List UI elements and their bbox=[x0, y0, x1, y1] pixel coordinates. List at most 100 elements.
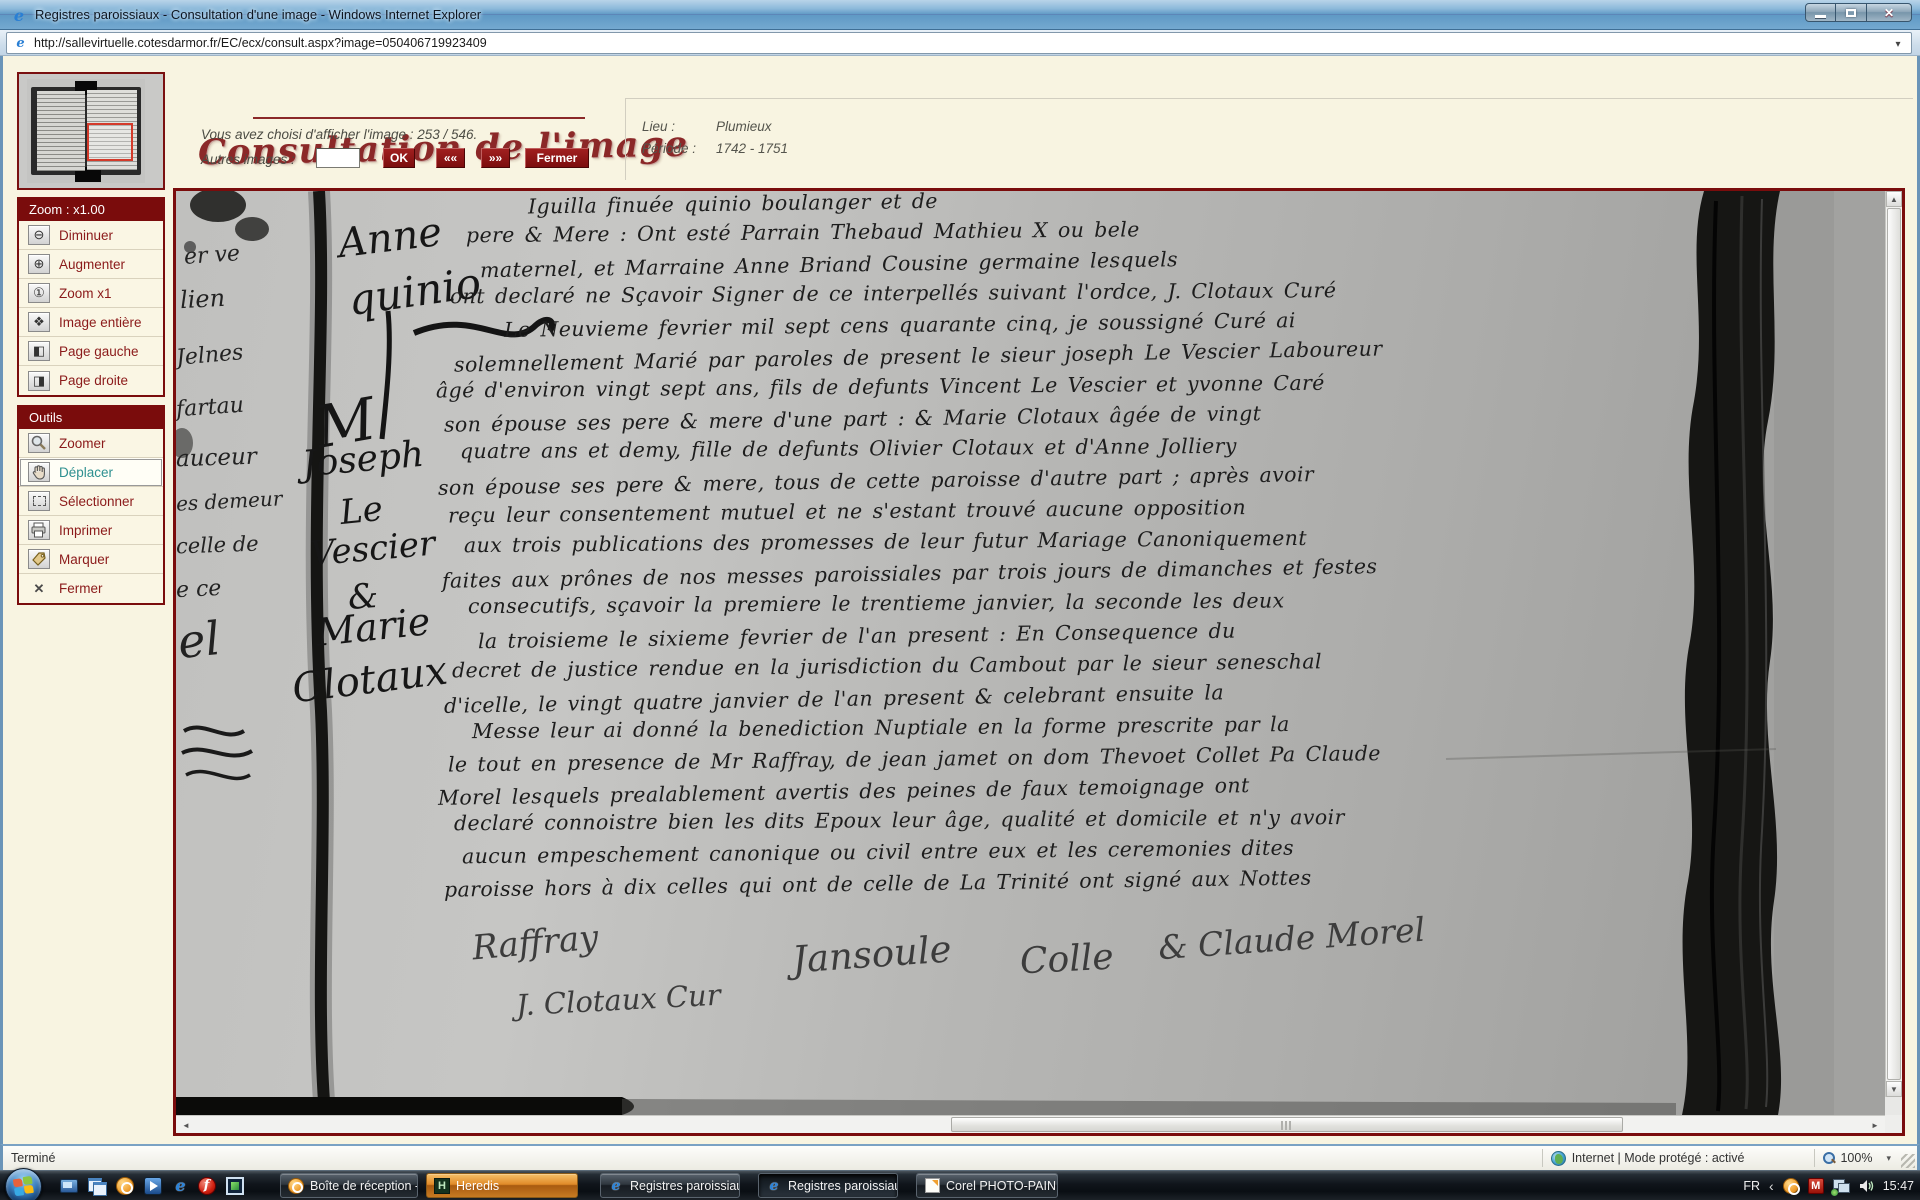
quicklaunch-vnc[interactable] bbox=[224, 1175, 245, 1196]
image-count-text: Vous avez choisi d'afficher l'image : 25… bbox=[201, 127, 477, 142]
internet-explorer-icon: e bbox=[10, 6, 28, 24]
vnc-icon bbox=[226, 1177, 244, 1195]
taskbar-button-heredis[interactable]: H Heredis bbox=[426, 1173, 578, 1198]
magnifier-icon bbox=[28, 433, 50, 453]
lieu-value: Plumieux bbox=[716, 119, 772, 134]
zoom-in-icon: ⊕ bbox=[28, 254, 50, 274]
page-zoom-level[interactable]: 100% bbox=[1840, 1151, 1872, 1165]
scroll-down-button[interactable]: ▼ bbox=[1886, 1081, 1902, 1097]
tool-item-zoomer[interactable]: Zoomer bbox=[19, 429, 163, 458]
zoom-item-diminuer[interactable]: ⊖ Diminuer bbox=[19, 221, 163, 250]
maximize-button[interactable] bbox=[1836, 3, 1867, 22]
zoom-panel-header: Zoom : x1.00 bbox=[19, 199, 163, 221]
fermer-button[interactable]: Fermer bbox=[525, 148, 589, 168]
zoom-item-image-entiere[interactable]: ❖ Image entière bbox=[19, 308, 163, 337]
left-page-fragment: auceur bbox=[176, 444, 257, 473]
signature: Colle bbox=[1019, 937, 1115, 983]
periode-value: 1742 - 1751 bbox=[716, 141, 788, 156]
clock-app-icon bbox=[116, 1177, 134, 1195]
other-images-input[interactable] bbox=[316, 148, 360, 168]
browser-viewport: Zoom : x1.00 ⊖ Diminuer ⊕ Augmenter ① Zo… bbox=[0, 56, 1920, 1144]
switch-windows-icon bbox=[88, 1178, 106, 1193]
left-page-icon: ◧ bbox=[28, 341, 50, 361]
minimize-button[interactable] bbox=[1805, 3, 1836, 22]
next-image-button[interactable]: »» bbox=[481, 148, 510, 168]
keyboard-language-indicator[interactable]: FR bbox=[1743, 1179, 1760, 1193]
thumbnail-left-page bbox=[37, 91, 85, 171]
vertical-scroll-thumb[interactable] bbox=[1887, 208, 1901, 1080]
scrollbar-corner bbox=[1885, 1115, 1902, 1133]
system-tray: FR ‹ M 15:47 bbox=[1743, 1171, 1914, 1200]
horizontal-scrollbar[interactable]: ◄ ► bbox=[176, 1115, 1885, 1133]
tray-clock-app-icon[interactable] bbox=[1783, 1178, 1799, 1194]
quicklaunch-mail-clock[interactable] bbox=[114, 1175, 135, 1196]
navigation-thumbnail[interactable] bbox=[17, 72, 165, 190]
quicklaunch-media-player[interactable] bbox=[142, 1175, 163, 1196]
zoom-out-icon: ⊖ bbox=[28, 225, 50, 245]
internet-zone-icon bbox=[1551, 1151, 1566, 1166]
zoom-item-page-droite[interactable]: ◨ Page droite bbox=[19, 366, 163, 395]
left-page-fragment: er ve bbox=[183, 241, 241, 270]
tray-expand-chevron[interactable]: ‹ bbox=[1769, 1178, 1774, 1194]
quicklaunch-show-desktop[interactable] bbox=[58, 1175, 79, 1196]
manuscript-image[interactable]: er ve lien Jelnes fartau auceur es demeu… bbox=[176, 191, 1885, 1115]
record-info-box: Lieu : Plumieux Période : 1742 - 1751 bbox=[625, 98, 1913, 180]
left-page-fragment: fartau bbox=[176, 393, 245, 423]
minimize-icon bbox=[1815, 15, 1826, 18]
screen: { "window": { "title": "Registres parois… bbox=[0, 0, 1920, 1200]
periode-label: Période : bbox=[642, 141, 696, 156]
taskbar-button-registres-1[interactable]: e Registres paroissiau... bbox=[600, 1173, 740, 1198]
start-button[interactable] bbox=[5, 1168, 42, 1200]
resize-grip[interactable] bbox=[1901, 1154, 1915, 1168]
left-page-fragment: lien bbox=[179, 284, 225, 314]
thumbnail-view-rectangle[interactable] bbox=[87, 123, 133, 161]
close-tool-icon: ✕ bbox=[28, 579, 50, 599]
address-bar: e http://sallevirtuelle.cotesdarmor.fr/E… bbox=[0, 30, 1920, 56]
windows-logo-icon bbox=[13, 1177, 35, 1198]
tool-item-imprimer[interactable]: Imprimer bbox=[19, 516, 163, 545]
zoom-magnifier-icon bbox=[1823, 1152, 1836, 1165]
scroll-left-button[interactable]: ◄ bbox=[178, 1117, 194, 1133]
tool-item-deplacer[interactable]: Déplacer bbox=[19, 458, 163, 487]
horizontal-scroll-thumb[interactable] bbox=[951, 1117, 1623, 1132]
quicklaunch-switch-windows[interactable] bbox=[86, 1175, 107, 1196]
url-dropdown-button[interactable]: ▾ bbox=[1889, 36, 1907, 52]
scroll-right-button[interactable]: ► bbox=[1867, 1117, 1883, 1133]
internet-explorer-icon: e bbox=[766, 1178, 782, 1194]
right-page-icon: ◨ bbox=[28, 371, 50, 391]
ok-button[interactable]: OK bbox=[383, 148, 415, 168]
left-page-fragment: el bbox=[176, 611, 223, 669]
network-icon[interactable] bbox=[1833, 1178, 1849, 1194]
tool-item-fermer[interactable]: ✕ Fermer bbox=[19, 574, 163, 603]
tool-item-selectionner[interactable]: Sélectionner bbox=[19, 487, 163, 516]
zoom-item-augmenter[interactable]: ⊕ Augmenter bbox=[19, 250, 163, 279]
tools-panel-header: Outils bbox=[19, 407, 163, 429]
taskbar-button-registres-2[interactable]: e Registres paroissiau... bbox=[758, 1173, 898, 1198]
url-input[interactable]: e http://sallevirtuelle.cotesdarmor.fr/E… bbox=[6, 32, 1912, 54]
heredis-app-icon: H bbox=[434, 1178, 450, 1194]
close-button[interactable]: ✕ bbox=[1867, 3, 1912, 22]
fit-image-icon: ❖ bbox=[28, 312, 50, 332]
tool-item-marquer[interactable]: Marquer bbox=[19, 545, 163, 574]
quicklaunch-flash[interactable]: f bbox=[196, 1175, 217, 1196]
previous-image-button[interactable]: «« bbox=[436, 148, 465, 168]
mcafee-icon[interactable]: M bbox=[1808, 1178, 1824, 1194]
left-page-fragment: e ce bbox=[176, 576, 222, 603]
status-bar: Terminé Internet | Mode protégé : activé… bbox=[0, 1144, 1920, 1170]
media-player-icon bbox=[144, 1177, 162, 1195]
selection-rectangle-icon bbox=[28, 491, 50, 511]
taskbar-button-corel[interactable]: Corel PHOTO-PAIN... bbox=[916, 1173, 1058, 1198]
zoom-item-page-gauche[interactable]: ◧ Page gauche bbox=[19, 337, 163, 366]
close-icon: ✕ bbox=[1884, 6, 1894, 20]
zoom-item-zoom-x1[interactable]: ① Zoom x1 bbox=[19, 279, 163, 308]
scroll-up-button[interactable]: ▲ bbox=[1886, 191, 1902, 207]
vertical-scrollbar[interactable]: ▲ ▼ bbox=[1885, 191, 1902, 1097]
maximize-icon bbox=[1846, 9, 1856, 17]
clock-time[interactable]: 15:47 bbox=[1883, 1179, 1914, 1193]
taskbar-button-inbox[interactable]: Boîte de réception - ... bbox=[280, 1173, 418, 1198]
scroll-thumb-grip bbox=[1281, 1121, 1293, 1130]
title-underline bbox=[253, 117, 585, 119]
quicklaunch-internet-explorer[interactable]: e bbox=[170, 1175, 191, 1196]
volume-icon[interactable] bbox=[1858, 1178, 1874, 1194]
zoom-dropdown-icon[interactable]: ▾ bbox=[1886, 1153, 1891, 1164]
